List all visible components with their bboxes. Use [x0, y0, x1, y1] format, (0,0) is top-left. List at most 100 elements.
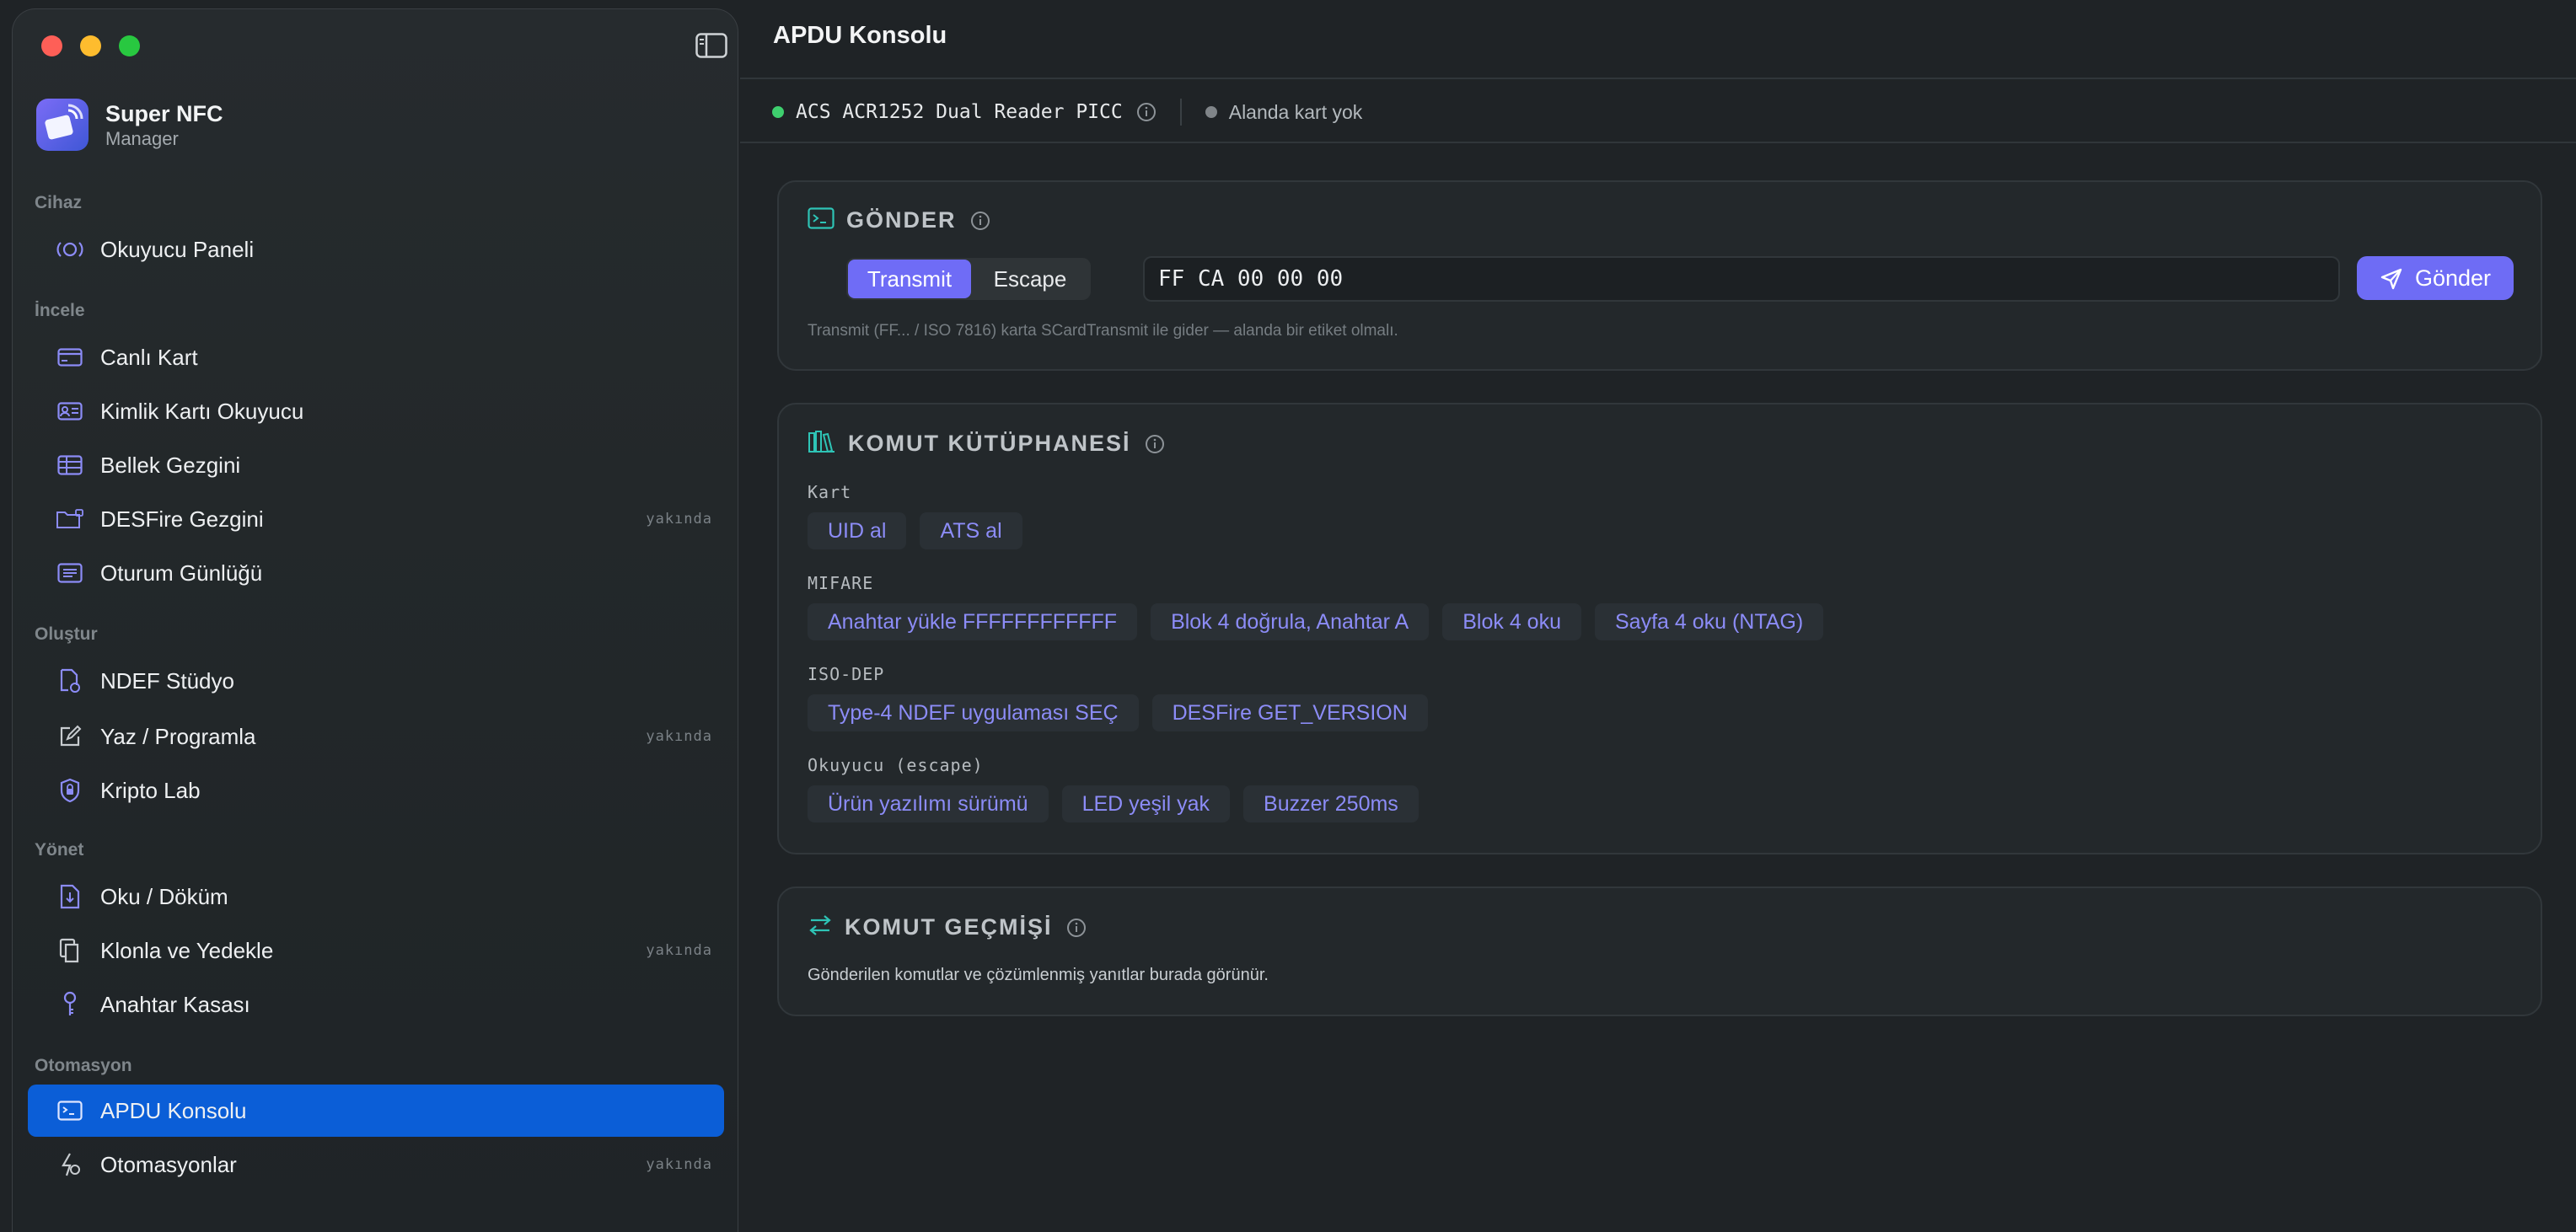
status-separator	[1179, 99, 1182, 126]
table-grid-icon	[55, 450, 85, 480]
sidebar-item-kimlik-karti-okuyucu[interactable]: Kimlik Kartı Okuyucu	[28, 385, 724, 437]
history-empty-text: Gönderilen komutlar ve çözümlenmiş yanıt…	[808, 966, 1269, 984]
sidebar-item-label: Oku / Döküm	[100, 883, 228, 909]
send-hint: Transmit (FF... / ISO 7816) karta SCardT…	[808, 322, 1398, 340]
sidebar-item-oturum-gunlugu[interactable]: Oturum Günlüğü	[28, 547, 724, 599]
sidebar-item-label: Canlı Kart	[100, 344, 198, 370]
mode-transmit-button[interactable]: Transmit	[848, 260, 971, 298]
chip-row-mifare: Anahtar yükle FFFFFFFFFFFF Blok 4 doğrul…	[808, 603, 1824, 640]
sidebar-item-kripto-lab[interactable]: Kripto Lab	[28, 764, 724, 817]
send-button[interactable]: Gönder	[2357, 256, 2514, 300]
command-chip[interactable]: UID al	[808, 512, 907, 549]
reader-status-dot	[772, 106, 784, 118]
sidebar-item-label: Yaz / Programla	[100, 723, 256, 749]
section-otomasyon: Otomasyon	[35, 1056, 132, 1075]
group-label-okuyucu: Okuyucu (escape)	[808, 755, 984, 775]
sidebar-item-label: Anahtar Kasası	[100, 991, 250, 1017]
sidebar-item-label: DESFire Gezgini	[100, 506, 264, 532]
reader-name: ACS ACR1252 Dual Reader PICC	[796, 101, 1123, 123]
command-chip[interactable]: Sayfa 4 oku (NTAG)	[1594, 603, 1824, 640]
swap-arrows-icon	[808, 913, 833, 941]
coming-soon-badge: yakında	[646, 728, 712, 745]
mode-escape-button[interactable]: Escape	[971, 260, 1089, 298]
sidebar-item-label: Okuyucu Paneli	[100, 236, 255, 262]
key-icon	[55, 989, 85, 1020]
sidebar-item-ndef-studyo[interactable]: NDEF Stüdyo	[28, 655, 724, 707]
sidebar-item-otomasyonlar[interactable]: Otomasyonlar yakında	[28, 1138, 724, 1191]
command-chip[interactable]: Type-4 NDEF uygulaması SEÇ	[808, 694, 1139, 731]
minimize-window-button[interactable]	[80, 35, 101, 56]
sidebar-item-label: Oturum Günlüğü	[100, 560, 263, 586]
sidebar-item-label: Bellek Gezgini	[100, 452, 241, 478]
coming-soon-badge: yakında	[646, 942, 712, 959]
chip-row-okuyucu: Ürün yazılımı sürümü LED yeşil yak Buzze…	[808, 785, 1419, 822]
sidebar: Super NFC Manager Cihaz Okuyucu Paneli İ…	[12, 8, 738, 1232]
history-card-title: KOMUT GEÇMİŞİ	[845, 914, 1053, 940]
list-log-icon	[55, 558, 85, 588]
chip-row-kart: UID al ATS al	[808, 512, 1022, 549]
command-chip[interactable]: DESFire GET_VERSION	[1151, 694, 1428, 731]
command-chip[interactable]: LED yeşil yak	[1061, 785, 1231, 822]
paper-plane-icon	[2380, 268, 2402, 290]
card-status-dot	[1205, 106, 1217, 118]
command-chip[interactable]: Ürün yazılımı sürümü	[808, 785, 1049, 822]
info-icon[interactable]	[1066, 918, 1087, 938]
send-card: GÖNDER Transmit Escape FF CA 00 00 00 Gö…	[777, 180, 2542, 371]
group-label-mifare: MIFARE	[808, 573, 874, 593]
library-card-title: KOMUT KÜTÜPHANESİ	[848, 431, 1131, 456]
mode-segmented-control: Transmit Escape	[846, 258, 1091, 300]
terminal-icon	[808, 207, 835, 233]
command-chip[interactable]: ATS al	[920, 512, 1022, 549]
group-label-kart: Kart	[808, 482, 852, 502]
zoom-window-button[interactable]	[119, 35, 140, 56]
sidebar-item-desfire-gezgini[interactable]: DESFire Gezgini yakında	[28, 493, 724, 545]
sidebar-toggle-icon[interactable]	[695, 33, 727, 58]
library-books-icon	[808, 430, 836, 458]
page-title: APDU Konsolu	[773, 22, 947, 49]
sidebar-item-klonla-ve-yedekle[interactable]: Klonla ve Yedekle yakında	[28, 924, 724, 977]
app-brand: Super NFC Manager	[36, 99, 223, 151]
folder-lock-icon	[55, 504, 85, 534]
sidebar-item-canli-kart[interactable]: Canlı Kart	[28, 331, 724, 383]
sidebar-item-yaz-programla[interactable]: Yaz / Programla yakında	[28, 710, 724, 763]
sidebar-item-label: Klonla ve Yedekle	[100, 937, 274, 963]
terminal-icon	[55, 1095, 85, 1126]
apdu-input[interactable]: FF CA 00 00 00	[1143, 256, 2340, 302]
command-chip[interactable]: Blok 4 oku	[1442, 603, 1581, 640]
reader-status-bar: ACS ACR1252 Dual Reader PICC Alanda kart…	[772, 98, 1362, 126]
section-cihaz: Cihaz	[35, 193, 83, 212]
section-incele: İncele	[35, 301, 85, 320]
sidebar-item-label: Kimlik Kartı Okuyucu	[100, 398, 304, 424]
download-doc-icon	[55, 881, 85, 912]
close-window-button[interactable]	[41, 35, 62, 56]
info-icon[interactable]	[1136, 102, 1157, 122]
coming-soon-badge: yakında	[646, 1156, 712, 1173]
sidebar-item-label: Otomasyonlar	[100, 1151, 237, 1177]
card-status: Alanda kart yok	[1228, 100, 1363, 123]
id-card-icon	[55, 396, 85, 426]
group-label-iso-dep: ISO-DEP	[808, 664, 885, 684]
command-chip[interactable]: Blok 4 doğrula, Anahtar A	[1151, 603, 1430, 640]
sidebar-item-bellek-gezgini[interactable]: Bellek Gezgini	[28, 439, 724, 491]
send-card-title: GÖNDER	[846, 207, 957, 233]
reader-waves-icon	[55, 234, 85, 265]
title-divider	[740, 78, 2576, 79]
app-subtitle: Manager	[105, 128, 179, 149]
credit-card-icon	[55, 342, 85, 372]
sidebar-item-label: APDU Konsolu	[100, 1097, 247, 1123]
app-logo-icon	[36, 99, 89, 151]
sidebar-item-apdu-konsolu[interactable]: APDU Konsolu	[28, 1085, 724, 1137]
sidebar-item-okuyucu-paneli[interactable]: Okuyucu Paneli	[28, 223, 724, 276]
section-olustur: Oluştur	[35, 624, 98, 644]
command-chip[interactable]: Anahtar yükle FFFFFFFFFFFF	[808, 603, 1138, 640]
shield-lock-icon	[55, 775, 85, 806]
chip-row-iso-dep: Type-4 NDEF uygulaması SEÇ DESFire GET_V…	[808, 694, 1428, 731]
app-name: Super NFC	[105, 101, 223, 126]
info-icon[interactable]	[970, 211, 990, 231]
command-chip[interactable]: Buzzer 250ms	[1243, 785, 1419, 822]
sidebar-item-anahtar-kasasi[interactable]: Anahtar Kasası	[28, 978, 724, 1031]
send-button-label: Gönder	[2414, 265, 2492, 291]
info-icon[interactable]	[1145, 434, 1165, 454]
sidebar-item-label: Kripto Lab	[100, 777, 201, 803]
sidebar-item-oku-dokum[interactable]: Oku / Döküm	[28, 870, 724, 923]
